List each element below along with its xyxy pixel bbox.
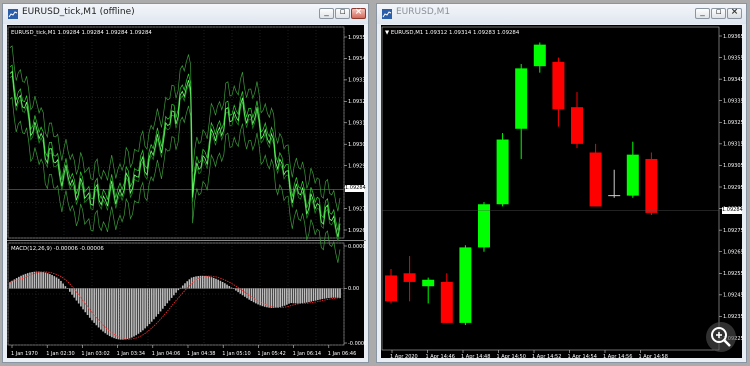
price-tick-label: 1.09305 <box>723 163 744 169</box>
candle-body <box>515 68 528 129</box>
time-tick-label: 1 Apr 14:46 <box>426 354 455 360</box>
right-window-title: EURUSD,M1 <box>396 7 451 17</box>
price-tick-label: 1.09245 <box>723 293 744 299</box>
right-current-price-label: 1.09284 <box>722 207 743 214</box>
time-tick-label: 1 Apr 14:58 <box>639 354 668 360</box>
candle-body <box>403 273 416 282</box>
left-chart-window[interactable]: EURUSD_tick,M1 (offline) _ ▫ × EURUSD_ti… <box>2 3 369 363</box>
chart-window-icon <box>8 9 18 19</box>
candle-body <box>440 281 453 323</box>
price-tick-label: 1.09275 <box>348 206 366 212</box>
price-tick-label: 1.09335 <box>348 78 366 84</box>
tick-chart-canvas[interactable]: EURUSD_tick,M1 1.09284 1.09284 1.09284 1… <box>7 25 366 360</box>
price-tick-label: 1.09315 <box>723 142 744 148</box>
restore-button[interactable]: ▫ <box>711 7 726 19</box>
close-button[interactable]: × <box>727 7 742 19</box>
macd-tick-label: 0.00 <box>348 286 359 292</box>
time-tick-label: 1 Jan 03:34 <box>117 351 145 357</box>
price-tick-label: 1.09235 <box>723 314 744 320</box>
chart-header: EURUSD_tick,M1 1.09284 1.09284 1.09284 1… <box>11 30 152 36</box>
macd-header: MACD(12,26,9) -0.00006 -0.00006 <box>11 246 104 252</box>
time-tick-label: 1 Jan 06:46 <box>328 351 356 357</box>
candle-body <box>552 61 565 110</box>
price-tick-label: 1.09255 <box>723 271 744 277</box>
price-tick-label: 1.09325 <box>723 120 744 126</box>
time-tick-label: 1 Jan 02:30 <box>46 351 74 357</box>
price-line <box>9 70 341 238</box>
candle-body <box>589 152 602 207</box>
left-titlebar[interactable]: EURUSD_tick,M1 (offline) _ ▫ × <box>3 4 368 24</box>
restore-button[interactable]: ▫ <box>335 7 350 19</box>
price-tick-label: 1.09345 <box>348 56 366 62</box>
candle-body <box>533 44 546 67</box>
price-tick-label: 1.09295 <box>348 163 366 169</box>
time-tick-label: 1 Jan 04:38 <box>187 351 215 357</box>
time-tick-label: 1 Apr 2020 <box>390 354 418 360</box>
time-tick-label: 1 Jan 03:02 <box>81 351 109 357</box>
time-tick-label: 1 Apr 14:48 <box>461 354 490 360</box>
chart-header: ▼ EURUSD,M1 1.09312 1.09314 1.09283 1.09… <box>385 30 520 36</box>
left-window-title: EURUSD_tick,M1 (offline) <box>22 7 135 17</box>
time-tick-label: 1 Apr 14:54 <box>568 354 597 360</box>
time-tick-label: 1 Jan 1970 <box>11 351 38 357</box>
candle-body <box>496 139 509 205</box>
price-tick-label: 1.09335 <box>723 99 744 105</box>
candle-body <box>626 154 639 196</box>
time-tick-label: 1 Jan 04:06 <box>152 351 180 357</box>
right-titlebar[interactable]: EURUSD,M1 _ ▫ × <box>377 4 746 24</box>
macd-tick-label: -0.00009 <box>348 341 366 347</box>
candle-body <box>571 107 583 144</box>
time-tick-label: 1 Apr 14:52 <box>532 354 561 360</box>
candle-body <box>459 247 472 323</box>
price-tick-label: 1.09325 <box>348 99 366 105</box>
magnifier-plus-icon <box>711 327 731 347</box>
right-chart-window[interactable]: EURUSD,M1 _ ▫ × ▼ EURUSD,M1 1.09312 1.09… <box>376 3 747 363</box>
price-tick-label: 1.09355 <box>723 55 744 61</box>
time-tick-label: 1 Apr 14:50 <box>497 354 526 360</box>
price-tick-label: 1.09305 <box>348 142 366 148</box>
zoom-button[interactable] <box>706 322 736 352</box>
right-chart-area[interactable]: ▼ EURUSD,M1 1.09312 1.09314 1.09283 1.09… <box>381 25 744 360</box>
chart-window-icon <box>382 9 392 19</box>
time-tick-label: 1 Apr 14:56 <box>603 354 632 360</box>
price-tick-label: 1.09265 <box>723 250 744 256</box>
left-current-price-label: 1.09284 <box>345 185 366 192</box>
price-tick-label: 1.09275 <box>723 228 744 234</box>
left-chart-area[interactable]: EURUSD_tick,M1 1.09284 1.09284 1.09284 1… <box>7 25 366 360</box>
price-pane-frame <box>381 26 720 351</box>
price-tick-label: 1.09365 <box>723 34 744 40</box>
time-tick-label: 1 Jan 05:10 <box>222 351 250 357</box>
candle-body <box>422 279 435 287</box>
price-tick-label: 1.09355 <box>348 35 366 41</box>
macd-tick-label: 0.00007 <box>348 244 366 250</box>
minimize-button[interactable]: _ <box>319 7 334 19</box>
candlestick-chart-canvas[interactable]: ▼ EURUSD,M1 1.09312 1.09314 1.09283 1.09… <box>381 25 744 360</box>
candle-body <box>645 158 658 213</box>
price-tick-label: 1.09345 <box>723 77 744 83</box>
time-tick-label: 1 Jan 06:14 <box>293 351 321 357</box>
price-tick-label: 1.09295 <box>723 185 744 191</box>
minimize-button[interactable]: _ <box>695 7 710 19</box>
time-tick-label: 1 Jan 05:42 <box>257 351 285 357</box>
candle-body <box>385 275 397 302</box>
close-button[interactable]: × <box>351 7 366 19</box>
price-tick-label: 1.09315 <box>348 121 366 127</box>
price-tick-label: 1.09265 <box>348 228 366 234</box>
